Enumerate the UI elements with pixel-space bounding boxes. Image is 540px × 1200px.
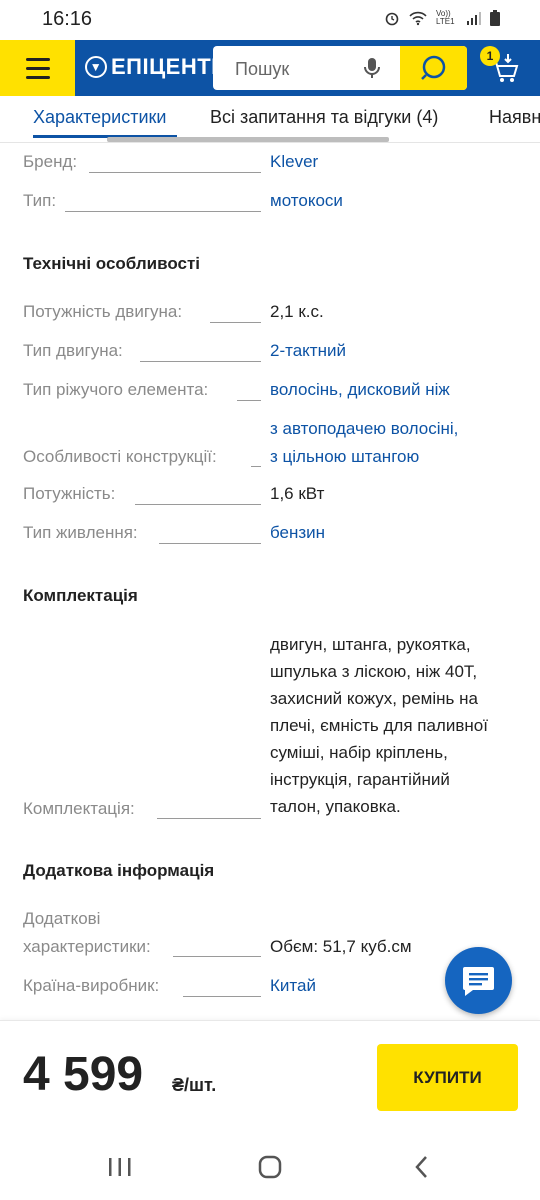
dotted-leader — [159, 543, 261, 544]
system-nav-bar — [0, 1133, 540, 1200]
spec-value: 2,1 к.с. — [270, 302, 324, 321]
network-label: Vo)) LTE1 — [436, 9, 455, 26]
spec-label: Тип двигуна: — [23, 341, 123, 360]
app-header: ▼ ЕПІЦЕНТР 1 — [0, 40, 540, 96]
section-heading-technical: Технічні особливості — [23, 254, 201, 273]
dotted-leader — [65, 211, 261, 212]
tab-bar: Характеристики Всі запитання та відгуки … — [0, 96, 540, 143]
price-unit: ₴/шт. — [172, 1075, 217, 1095]
spec-label: Бренд: — [23, 152, 78, 171]
menu-button[interactable] — [0, 40, 75, 96]
section-heading-kit: Комплектація — [23, 586, 138, 605]
purchase-bar: 4 599 ₴/шт. КУПИТИ — [0, 1020, 540, 1134]
battery-icon — [490, 10, 500, 26]
spec-label: Країна-виробник: — [23, 976, 160, 995]
spec-value-link[interactable]: бензин — [270, 520, 325, 546]
dotted-leader — [135, 504, 261, 505]
section-heading-extra: Додаткова інформація — [23, 861, 215, 880]
spec-value-line: двигун, штанга, рукоятка, — [270, 635, 471, 654]
chat-button[interactable] — [445, 947, 512, 1014]
spec-value-link[interactable]: волосінь, дисковий ніж — [270, 377, 450, 403]
spec-value: 1,6 кВт — [270, 484, 325, 503]
logo-text: ЕПІЦЕНТР — [111, 54, 227, 79]
menu-icon — [26, 58, 50, 61]
dotted-leader — [140, 361, 261, 362]
microphone-icon[interactable] — [360, 56, 384, 80]
spec-label: Потужність двигуна: — [23, 302, 183, 321]
signal-icon — [467, 12, 481, 25]
tab-availability[interactable]: Наявн — [489, 107, 540, 128]
spec-row-kit: Комплектація: двигун, штанга, рукоятка, … — [23, 632, 523, 832]
spec-label: Додаткові — [23, 909, 101, 928]
spec-value-line: інструкція, гарантійний — [270, 770, 450, 789]
spec-label: характеристики: — [23, 937, 151, 956]
home-icon[interactable] — [256, 1153, 284, 1181]
alarm-icon — [385, 12, 399, 26]
spec-value-line: плечі, ємність для паливної — [270, 716, 488, 735]
spec-value-line: шпулька з ліскою, ніж 40Т, — [270, 662, 478, 681]
spec-value-link[interactable]: мотокоси — [270, 188, 343, 214]
menu-icon-line — [26, 76, 50, 79]
spec-value-link[interactable]: з автоподачею волосіні, — [270, 416, 458, 442]
cart-count-badge: 1 — [480, 46, 500, 66]
recent-apps-icon[interactable] — [106, 1155, 134, 1179]
spec-value-line: суміші, набір кріплень, — [270, 743, 448, 762]
tab-characteristics[interactable]: Характеристики — [33, 107, 166, 128]
status-time: 16:16 — [42, 8, 93, 30]
dotted-leader — [183, 996, 261, 997]
logo[interactable]: ▼ ЕПІЦЕНТР — [85, 54, 226, 80]
chat-icon — [463, 967, 494, 996]
back-icon[interactable] — [408, 1153, 436, 1181]
dotted-leader — [251, 466, 261, 467]
tab-scrollbar[interactable] — [107, 137, 389, 142]
spec-value-link[interactable]: 2-тактний — [270, 338, 346, 364]
tab-questions-reviews[interactable]: Всі запитання та відгуки (4) — [210, 107, 438, 128]
status-icons: Vo)) LTE1 — [384, 10, 500, 26]
search-icon — [421, 55, 446, 80]
status-bar: 16:16 Vo)) LTE1 — [0, 0, 540, 40]
spec-label: Тип живлення: — [23, 523, 138, 542]
spec-label: Комплектація: — [23, 799, 135, 818]
wifi-icon — [409, 11, 427, 26]
spec-label: Тип: — [23, 191, 57, 210]
spec-value-line: захисний кожух, ремінь на — [270, 689, 478, 708]
spec-label: Особливості конструкції: — [23, 447, 217, 466]
spec-value-link[interactable]: з цільною штангою — [270, 444, 419, 470]
search-bar — [213, 46, 467, 90]
spec-value-link[interactable]: Klever — [270, 149, 318, 175]
cart-button[interactable]: 1 — [478, 44, 526, 92]
dotted-leader — [173, 956, 261, 957]
dotted-leader — [210, 322, 261, 323]
spec-label: Тип ріжучого елемента: — [23, 380, 209, 399]
buy-button[interactable]: КУПИТИ — [377, 1044, 518, 1111]
dotted-leader — [157, 818, 261, 819]
spec-value: Обєм: 51,7 куб.см — [270, 937, 412, 956]
spec-label: Потужність: — [23, 484, 116, 503]
spec-value-link[interactable]: Китай — [270, 973, 316, 999]
dotted-leader — [237, 400, 261, 401]
search-button[interactable] — [400, 46, 467, 90]
logo-mark-icon: ▼ — [85, 56, 107, 78]
spec-value-line: талон, упаковка. — [270, 797, 401, 816]
price: 4 599 — [23, 1048, 144, 1101]
dotted-leader — [89, 172, 261, 173]
menu-icon-line — [26, 67, 50, 70]
